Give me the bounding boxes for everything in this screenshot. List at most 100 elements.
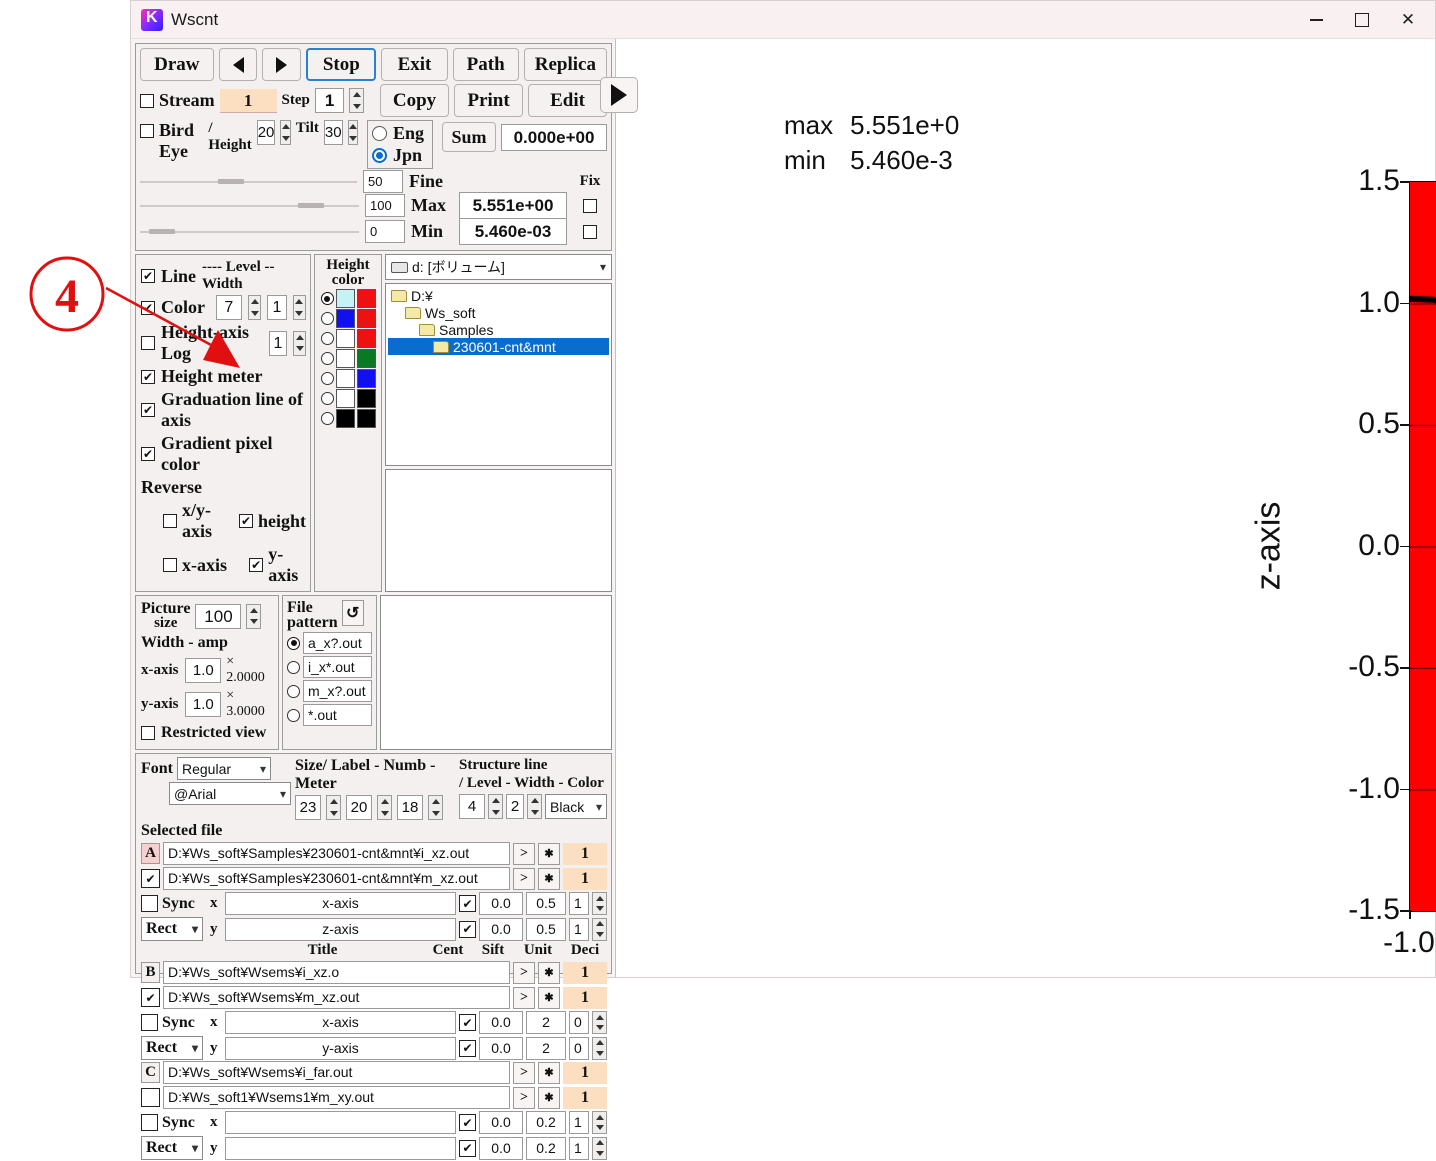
file-index-value[interactable]: 1 bbox=[563, 986, 607, 1009]
file-pattern-radio[interactable] bbox=[287, 708, 300, 722]
browse-button[interactable]: > bbox=[513, 1061, 535, 1084]
stream-checkbox[interactable] bbox=[140, 93, 154, 108]
cent-checkbox[interactable] bbox=[459, 1039, 476, 1057]
height-color-radio[interactable] bbox=[320, 312, 334, 325]
browse-button[interactable]: > bbox=[513, 961, 535, 984]
height-color-swatch-right[interactable] bbox=[356, 369, 376, 388]
height-color-swatch-left[interactable] bbox=[335, 329, 355, 348]
height-color-swatch-left[interactable] bbox=[335, 409, 355, 428]
height-color-row[interactable] bbox=[320, 349, 376, 368]
height-axis-log-spinner[interactable] bbox=[293, 330, 306, 356]
file-pattern-option[interactable]: a_x?.out bbox=[287, 632, 372, 654]
axis-title-input[interactable]: x-axis bbox=[225, 1011, 456, 1034]
height-axis-log-checkbox[interactable] bbox=[141, 336, 155, 350]
replica-button[interactable]: Replica bbox=[523, 48, 607, 81]
file-group-tag[interactable]: C bbox=[141, 1062, 160, 1083]
shape-select[interactable]: Rect ▾ bbox=[141, 917, 203, 941]
height-color-swatch-left[interactable] bbox=[335, 369, 355, 388]
stop-button[interactable]: Stop bbox=[306, 48, 377, 81]
meter-size-spinner[interactable] bbox=[428, 795, 443, 820]
option-line[interactable]: Line ---- Level -- Width bbox=[141, 259, 306, 293]
jpn-radio[interactable] bbox=[371, 148, 387, 163]
reverse-height-checkbox[interactable] bbox=[238, 514, 253, 528]
unit-value[interactable]: 2 bbox=[526, 1036, 566, 1060]
wildcard-button[interactable]: ✱ bbox=[538, 842, 560, 865]
numb-size-spinner[interactable] bbox=[377, 795, 392, 820]
height-color-row[interactable] bbox=[320, 409, 376, 428]
color-checkbox[interactable] bbox=[141, 300, 155, 315]
shape-select[interactable]: Rect ▾ bbox=[141, 1036, 203, 1060]
deci-spinner[interactable] bbox=[592, 1011, 607, 1034]
file-pattern-value[interactable]: *.out bbox=[303, 704, 372, 726]
height-color-radio[interactable] bbox=[320, 292, 334, 305]
line-checkbox[interactable] bbox=[141, 269, 155, 283]
color-level-spinner[interactable] bbox=[248, 295, 262, 320]
wildcard-button[interactable]: ✱ bbox=[538, 961, 560, 984]
file-pattern-value[interactable]: m_x?.out bbox=[303, 680, 372, 702]
stream-value[interactable]: 1 bbox=[219, 88, 277, 113]
struct-level-value[interactable]: 4 bbox=[459, 794, 485, 819]
path-button[interactable]: Path bbox=[452, 48, 519, 81]
reverse-xy-checkbox[interactable] bbox=[163, 514, 177, 528]
height-color-swatch-left[interactable] bbox=[335, 309, 355, 328]
step-value[interactable]: 1 bbox=[314, 88, 345, 113]
wildcard-button[interactable]: ✱ bbox=[538, 1061, 560, 1084]
refresh-icon[interactable]: ↺ bbox=[341, 600, 364, 626]
eng-radio[interactable] bbox=[371, 126, 387, 141]
axis-title-input[interactable]: x-axis bbox=[225, 892, 456, 915]
height-color-swatch-right[interactable] bbox=[356, 289, 376, 308]
label-size-value[interactable]: 23 bbox=[295, 795, 321, 820]
deci-value[interactable]: 1 bbox=[569, 917, 589, 941]
height-meter-checkbox[interactable] bbox=[141, 369, 155, 384]
deci-value[interactable]: 1 bbox=[569, 1136, 589, 1160]
file-list-panel[interactable] bbox=[385, 469, 612, 592]
height-color-swatch-right[interactable] bbox=[356, 349, 376, 368]
browse-button[interactable]: > bbox=[513, 867, 535, 890]
picture-size-value[interactable]: 100 bbox=[195, 603, 242, 629]
file-pattern-option[interactable]: m_x?.out bbox=[287, 680, 372, 702]
height-color-radio[interactable] bbox=[320, 392, 334, 405]
file-pattern-option[interactable]: *.out bbox=[287, 704, 372, 726]
file-path-input[interactable]: D:¥Ws_soft1¥Wsems1¥m_xy.out bbox=[163, 1086, 510, 1109]
height-color-row[interactable] bbox=[320, 389, 376, 408]
struct-color-select[interactable]: Black ▾ bbox=[545, 794, 607, 819]
sift-value[interactable]: 0.0 bbox=[479, 1136, 523, 1160]
wildcard-button[interactable]: ✱ bbox=[538, 986, 560, 1009]
max-fix-checkbox[interactable] bbox=[583, 198, 597, 213]
step-spinner[interactable] bbox=[349, 88, 365, 113]
cent-checkbox[interactable] bbox=[459, 1114, 476, 1131]
color-level-value[interactable]: 7 bbox=[215, 295, 243, 320]
file-enable-checkbox[interactable] bbox=[141, 1088, 160, 1107]
cent-checkbox[interactable] bbox=[459, 895, 476, 912]
fine-value[interactable]: 50 bbox=[363, 170, 403, 193]
height-value[interactable]: 20 bbox=[256, 120, 276, 145]
browse-button[interactable]: > bbox=[513, 986, 535, 1009]
max-value[interactable]: 5.551e+00 bbox=[459, 192, 567, 219]
edit-button[interactable]: Edit bbox=[528, 84, 607, 117]
close-button[interactable] bbox=[1385, 1, 1431, 39]
file-path-input[interactable]: D:¥Ws_soft¥Wsems¥i_xz.o bbox=[163, 961, 510, 984]
tree-node[interactable]: Samples bbox=[388, 321, 609, 338]
unit-value[interactable]: 2 bbox=[526, 1011, 566, 1034]
browse-button[interactable]: > bbox=[513, 1086, 535, 1109]
exit-button[interactable]: Exit bbox=[381, 48, 448, 81]
deci-spinner[interactable] bbox=[592, 892, 607, 915]
picture-x-value[interactable]: 1.0 bbox=[185, 657, 222, 683]
meter-size-value[interactable]: 18 bbox=[397, 795, 423, 820]
unit-value[interactable]: 0.2 bbox=[526, 1111, 566, 1134]
file-index-value[interactable]: 1 bbox=[563, 867, 607, 890]
axis-title-input[interactable]: z-axis bbox=[225, 917, 456, 941]
deci-value[interactable]: 1 bbox=[569, 1111, 589, 1134]
cent-checkbox[interactable] bbox=[459, 1139, 476, 1157]
sum-button[interactable]: Sum bbox=[442, 122, 497, 152]
folder-tree[interactable]: D:¥ Ws_soft Samples 230601-cnt&mnt bbox=[385, 283, 612, 466]
preview-panel[interactable] bbox=[380, 595, 612, 750]
graduation-checkbox[interactable] bbox=[141, 403, 155, 417]
file-index-value[interactable]: 1 bbox=[563, 961, 607, 984]
height-color-row[interactable] bbox=[320, 329, 376, 348]
unit-value[interactable]: 0.5 bbox=[526, 892, 566, 915]
bird-eye-checkbox[interactable] bbox=[140, 124, 154, 138]
height-color-swatch-right[interactable] bbox=[356, 329, 376, 348]
file-pattern-value[interactable]: a_x?.out bbox=[303, 632, 372, 654]
drive-select[interactable]: d: [ボリューム] ▾ bbox=[385, 254, 612, 280]
